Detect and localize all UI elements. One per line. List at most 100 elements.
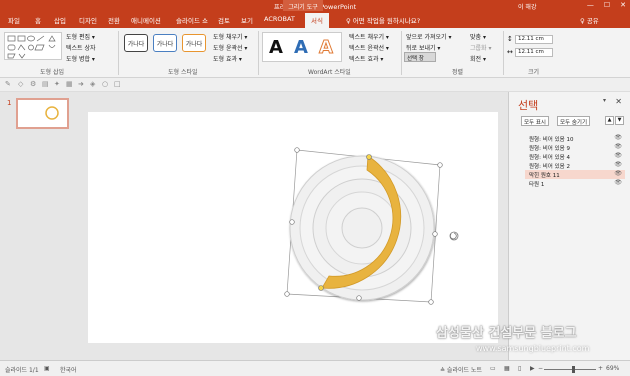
rotate-handle[interactable]	[449, 231, 459, 241]
show-all-button[interactable]: 모두 표시	[521, 116, 549, 126]
wordart-style-orange-outline[interactable]: A	[319, 37, 334, 59]
list-item[interactable]: 원형: 비어 있음 2 👁	[525, 161, 625, 170]
move-up-button[interactable]: ▲	[605, 116, 614, 125]
language-indicator[interactable]: 한국어	[60, 365, 77, 374]
selection-pane-button[interactable]: 선택 창	[404, 52, 436, 62]
slideshow-icon[interactable]: ▶	[530, 365, 535, 372]
tell-me-search[interactable]: ♀ 어떤 작업을 원하시나요?	[346, 15, 420, 25]
shape-icon[interactable]: ◇	[18, 80, 23, 88]
pane-options-icon[interactable]: ▾	[603, 97, 606, 104]
maximize-button[interactable]: ☐	[604, 1, 610, 9]
close-button[interactable]: ✕	[620, 1, 626, 9]
slide-canvas[interactable]	[88, 112, 498, 343]
brush-icon[interactable]: ✦	[54, 80, 60, 88]
wordart-styles-group-label: WordArt 스타일	[308, 69, 351, 76]
wand-icon[interactable]: ✎	[5, 80, 11, 88]
reading-view-icon[interactable]: ▯	[518, 365, 521, 372]
send-backward-button[interactable]: 뒤로 보내기 ▾	[406, 43, 440, 52]
shapes-gallery[interactable]	[4, 32, 62, 60]
list-item[interactable]: 원형: 비어 있음 9 👁	[525, 143, 625, 152]
shape-style-1[interactable]: 가나다	[124, 34, 148, 52]
wordart-gallery[interactable]: A A A	[262, 32, 342, 62]
shape-style-2[interactable]: 가나다	[153, 34, 177, 52]
tag-icon[interactable]: ◈	[90, 80, 95, 88]
spellcheck-icon[interactable]: ▣	[44, 365, 50, 372]
move-down-button[interactable]: ▼	[615, 116, 624, 125]
grid-icon[interactable]: ▦	[66, 80, 73, 88]
bring-forward-button[interactable]: 앞으로 가져오기 ▾	[406, 32, 451, 41]
tab-animations[interactable]: 애니메이션	[131, 15, 161, 25]
slide-thumbnail-1[interactable]	[16, 98, 69, 129]
wordart-style-blue[interactable]: A	[294, 37, 308, 58]
text-effects-button[interactable]: 텍스트 효과 ▾	[349, 54, 383, 63]
shape-effects-button[interactable]: 도형 효과 ▾	[213, 54, 242, 63]
eye-icon[interactable]: 👁	[614, 152, 622, 159]
watermark-title: 삼성물산 건설부문 블로그	[436, 326, 577, 341]
shape-styles-group-label: 도형 스타일	[168, 69, 198, 76]
notes-button[interactable]: ≙ 슬라이드 노트	[440, 365, 482, 374]
zoom-out-icon[interactable]: −	[538, 365, 543, 372]
text-outline-button[interactable]: 텍스트 윤곽선 ▾	[349, 43, 389, 52]
zoom-slider-thumb[interactable]	[572, 366, 575, 373]
selection-pane: 선택 ▾ ✕ 모두 표시 모두 숨기기 ▲ ▼ 원형: 비어 있음 10 👁 원…	[508, 92, 630, 360]
tab-slideshow[interactable]: 슬라이드 쇼	[176, 15, 208, 25]
eye-icon[interactable]: 👁	[614, 161, 622, 168]
merge-shapes-button[interactable]: 도형 병합 ▾	[66, 54, 95, 63]
eye-icon[interactable]: 👁	[614, 143, 622, 150]
wordart-style-black[interactable]: A	[269, 37, 283, 58]
tab-acrobat[interactable]: ACROBAT	[264, 15, 295, 23]
tab-home[interactable]: 홈	[35, 15, 41, 25]
list-item[interactable]: 원형: 비어 있음 4 👁	[525, 152, 625, 161]
tab-view[interactable]: 보기	[241, 15, 253, 25]
square-icon[interactable]: □	[114, 80, 121, 88]
shape-width-input[interactable]: 12.11 cm	[515, 48, 553, 57]
tab-design[interactable]: 디자인	[79, 15, 97, 25]
eye-icon[interactable]: 👁	[614, 179, 622, 186]
slide-count: 슬라이드 1/1	[5, 367, 39, 374]
group-button[interactable]: 그룹화 ▾	[470, 43, 491, 52]
zoom-slider[interactable]	[544, 369, 596, 370]
arrange-group-label: 정렬	[452, 69, 464, 76]
eye-icon[interactable]: 👁	[614, 134, 622, 141]
separator	[503, 31, 504, 75]
gear-icon[interactable]: ⚙	[30, 80, 36, 88]
separator	[401, 31, 402, 75]
ribbon: 도형 편집 ▾ 텍스트 상자 도형 병합 ▾ 도형 삽입 가나다 가나다 가나다…	[0, 28, 630, 78]
text-fill-button[interactable]: 텍스트 채우기 ▾	[349, 32, 389, 41]
list-item-selected[interactable]: 막힌 원호 11 👁	[525, 170, 625, 179]
tab-file[interactable]: 파일	[8, 15, 20, 25]
zoom-in-icon[interactable]: +	[598, 365, 603, 372]
close-icon[interactable]: ✕	[615, 97, 622, 106]
user-name[interactable]: 이 해강	[518, 2, 536, 11]
shape-style-3[interactable]: 가나다	[182, 34, 206, 52]
shape-height-input[interactable]: 12.11 cm	[515, 35, 553, 44]
shape-outline-button[interactable]: 도형 윤곽선 ▾	[213, 43, 247, 52]
quick-toolbar: ✎ ◇ ⚙ ▤ ✦ ▦ ➜ ◈ ○ □	[0, 78, 630, 92]
rotate-button[interactable]: 회전 ▾	[470, 54, 486, 63]
zoom-level[interactable]: 69%	[606, 365, 619, 372]
align-button[interactable]: 맞춤 ▾	[470, 32, 486, 41]
ribbon-tabs: 파일 홈 삽입 디자인 전환 애니메이션 슬라이드 쇼 검토 보기 ACROBA…	[0, 11, 630, 28]
watermark-url: www.samsungblueprint.com	[476, 344, 590, 353]
tab-transitions[interactable]: 전환	[108, 15, 120, 25]
edit-shape-button[interactable]: 도형 편집 ▾	[66, 32, 95, 41]
normal-view-icon[interactable]: ▭	[490, 365, 496, 372]
share-button[interactable]: ♀ 공유	[580, 15, 599, 25]
shape-fill-button[interactable]: 도형 채우기 ▾	[213, 32, 247, 41]
tab-review[interactable]: 검토	[218, 15, 230, 25]
tab-insert[interactable]: 삽입	[54, 15, 66, 25]
list-item[interactable]: 원형: 비어 있음 10 👁	[525, 134, 625, 143]
slide-graphic[interactable]	[88, 112, 498, 343]
eye-icon[interactable]: 👁	[614, 170, 622, 177]
text-box-button[interactable]: 텍스트 상자	[66, 43, 96, 52]
list-item[interactable]: 타원 1 👁	[525, 179, 625, 188]
drawing-tools-context-label: 그리기 도구	[283, 0, 323, 11]
minimize-button[interactable]: —	[587, 1, 594, 9]
arrow-icon[interactable]: ➜	[78, 80, 84, 88]
circle-icon[interactable]: ○	[102, 80, 108, 88]
hide-all-button[interactable]: 모두 숨기기	[557, 116, 591, 126]
tab-format[interactable]: 서식	[305, 13, 329, 28]
slide-sorter-icon[interactable]: ▦	[504, 365, 510, 372]
layers-icon[interactable]: ▤	[42, 80, 49, 88]
selection-pane-title: 선택	[518, 99, 539, 112]
